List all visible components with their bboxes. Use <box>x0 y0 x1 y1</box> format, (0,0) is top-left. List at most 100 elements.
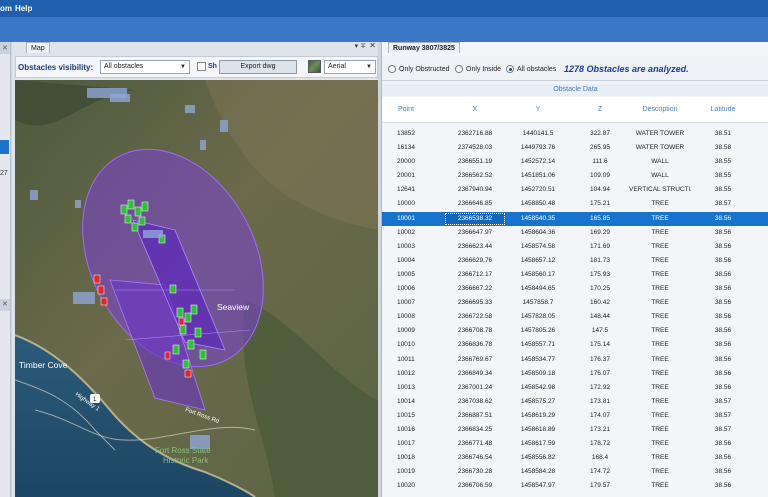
left-panel-partial-text: 27 <box>0 170 8 177</box>
cell-description: TREE <box>651 285 669 293</box>
map-canvas[interactable]: Seaview Timber Cove Highway 1 1 Fort Ros… <box>15 80 378 497</box>
cell-latitude: 38.55 <box>714 172 732 180</box>
table-row[interactable]: 10011 2366769.67 1458534.77 176.37 TREE 38.56 <box>382 353 768 367</box>
analyzed-count-text: 1278 Obstacles are analyzed. <box>564 64 689 74</box>
chevron-down-icon: ▼ <box>180 64 186 70</box>
table-row[interactable]: 10019 2366730.28 1458584.28 174.72 TREE 38.56 <box>382 465 768 479</box>
table-row[interactable]: 10012 2366849.34 1458509.18 176.07 TREE 38.56 <box>382 367 768 381</box>
cell-point: 10008 <box>396 313 416 321</box>
cell-y: 1457828.05 <box>520 313 556 321</box>
cell-z: 170.25 <box>590 285 610 293</box>
cell-point: 13852 <box>396 130 416 137</box>
cell-x: 2362716.88 <box>457 130 493 137</box>
table-row[interactable]: 10002 2366647.97 1458604.36 169.29 TREE 38.56 <box>382 226 768 240</box>
table-row[interactable]: 10004 2366629.76 1458657.12 181.73 TREE 38.56 <box>382 254 768 268</box>
table-row[interactable]: 10013 2367001.24 1458542.98 172.92 TREE 38.56 <box>382 381 768 395</box>
radio-only-inside[interactable] <box>455 65 463 73</box>
cell-z: 168.4 <box>591 454 609 462</box>
cell-y: 1458619.29 <box>520 411 556 419</box>
table-row[interactable]: 10017 2366771.48 1458617.59 178.72 TREE 38.56 <box>382 437 768 451</box>
table-row[interactable]: 10014 2367038.62 1458575.27 173.81 TREE 38.57 <box>382 395 768 409</box>
cell-x: 2366562.52 <box>457 172 493 180</box>
column-header-latitude[interactable]: Latitude <box>692 106 754 113</box>
close-icon[interactable]: ✕ <box>2 300 8 308</box>
menu-item-partial[interactable]: om <box>0 4 12 13</box>
cell-y: 1458540.35 <box>520 214 556 222</box>
cell-x: 2367940.94 <box>457 186 493 194</box>
cell-latitude: 38.56 <box>714 440 732 448</box>
table-row[interactable]: 10009 2366708.78 1457805.26 147.5 TREE 38.56 <box>382 324 768 338</box>
table-row[interactable]: 20000 2366551.19 1452572.14 111.6 WALL 38.55 <box>382 155 768 169</box>
table-row[interactable]: 12641 2367940.94 1452720.51 104.94 VERTICAL … <box>382 183 768 197</box>
radio-label-only-obstructed: Only Obstructed <box>399 66 450 73</box>
table-row[interactable]: 10020 2366706.59 1458547.97 179.57 TREE 38.56 <box>382 479 768 493</box>
table-row[interactable]: 10018 2366746.54 1458556.82 168.4 TREE 38.56 <box>382 451 768 465</box>
cell-latitude: 38.56 <box>714 482 732 490</box>
visibility-select-value: All obstacles <box>104 63 144 70</box>
table-row[interactable]: 10000 2366646.85 1458850.48 175.21 TREE 38.57 <box>382 197 768 211</box>
column-header-x[interactable]: X <box>445 106 505 113</box>
cell-y: 1449793.76 <box>520 144 556 152</box>
map-toolbar: Obstacles visibility: All obstacles ▼ Sh… <box>15 56 378 78</box>
cell-z: 179.57 <box>590 482 610 490</box>
cell-description: WALL <box>651 172 669 180</box>
cell-z: 169.29 <box>590 228 610 236</box>
tab-runway[interactable]: Runway 3807/3825 <box>388 42 460 53</box>
basemap-select[interactable]: Aerial ▼ <box>324 60 376 74</box>
visibility-select[interactable]: All obstacles ▼ <box>100 60 190 74</box>
aerial-map[interactable]: Seaview Timber Cove Highway 1 1 Fort Ros… <box>15 80 378 497</box>
table-row[interactable]: 10008 2366722.58 1457828.05 148.44 TREE 38.56 <box>382 310 768 324</box>
table-row[interactable]: 16134 2374528.03 1449793.76 265.95 WATER TOW… <box>382 141 768 155</box>
column-header-z[interactable]: Z <box>570 106 630 113</box>
table-row[interactable]: 10015 2366887.51 1458619.29 174.07 TREE 38.57 <box>382 409 768 423</box>
cell-z: 265.95 <box>590 144 610 152</box>
column-header-description[interactable]: Description <box>629 106 691 113</box>
cell-latitude: 38.56 <box>714 454 732 462</box>
table-row[interactable]: 10001 2366538.32 1458540.35 165.85 TREE 38.56 <box>382 211 768 226</box>
column-header-y[interactable]: Y <box>508 106 568 113</box>
export-dwg-button[interactable]: Export dwg <box>219 60 297 74</box>
cell-point: 10012 <box>396 369 416 377</box>
table-row[interactable]: 10003 2366623.44 1458574.58 171.69 TREE 38.56 <box>382 240 768 254</box>
cell-y: 1458547.97 <box>520 482 556 490</box>
left-panel-selected-item[interactable] <box>0 140 9 154</box>
cell-z: 111.6 <box>592 158 608 166</box>
table-row[interactable]: 10006 2366667.22 1458494.65 170.25 TREE 38.56 <box>382 282 768 296</box>
cell-point: 20001 <box>396 172 416 180</box>
cell-z: 172.92 <box>590 383 610 391</box>
table-row[interactable]: 10005 2366712.17 1458560.17 175.93 TREE 38.56 <box>382 268 768 282</box>
close-icon[interactable]: ✕ <box>369 41 376 50</box>
cell-z: 322.87 <box>590 130 610 137</box>
cell-x: 2366769.67 <box>457 355 493 363</box>
menu-item-help[interactable]: Help <box>15 4 32 13</box>
cell-latitude: 38.56 <box>714 299 732 307</box>
close-icon[interactable]: ✕ <box>2 44 8 52</box>
table-row[interactable]: 20001 2366562.52 1451851.06 109.09 WALL 38.55 <box>382 169 768 183</box>
cell-x: 2366836.78 <box>457 341 493 349</box>
cell-y: 1458657.12 <box>520 256 556 264</box>
column-header-point[interactable]: Point <box>382 106 430 113</box>
table-row[interactable]: 13852 2362716.88 1440141.5 322.87 WATER TOWE… <box>382 127 768 141</box>
basemap-select-value: Aerial <box>328 63 346 70</box>
cell-x: 2366887.51 <box>457 411 493 419</box>
cell-point: 10004 <box>396 256 416 264</box>
cell-x: 2366708.78 <box>457 327 493 335</box>
cell-description: TREE <box>651 355 669 363</box>
cell-x: 2366623.44 <box>457 242 493 250</box>
cell-point: 16134 <box>396 144 416 152</box>
table-row[interactable]: 10007 2366695.33 1457858.7 160.42 TREE 38.56 <box>382 296 768 310</box>
table-row[interactable]: 10010 2366836.78 1458557.71 175.14 TREE 38.56 <box>382 338 768 352</box>
cell-x: 2366629.76 <box>457 256 493 264</box>
show-checkbox[interactable] <box>197 62 206 71</box>
table-row[interactable]: 10016 2366834.25 1458618.89 173.21 TREE 38.57 <box>382 423 768 437</box>
cell-latitude: 38.51 <box>714 130 732 137</box>
radio-all-obstacles[interactable] <box>506 65 514 73</box>
cell-point: 10016 <box>396 425 416 433</box>
pin-icon[interactable]: ▾ ∓ <box>355 42 366 50</box>
cell-latitude: 38.56 <box>714 369 732 377</box>
radio-only-obstructed[interactable] <box>388 65 396 73</box>
cell-y: 1457805.26 <box>520 327 556 335</box>
cell-y: 1458556.82 <box>520 454 556 462</box>
tab-map[interactable]: Map <box>26 42 50 53</box>
cell-point: 10019 <box>396 468 416 476</box>
